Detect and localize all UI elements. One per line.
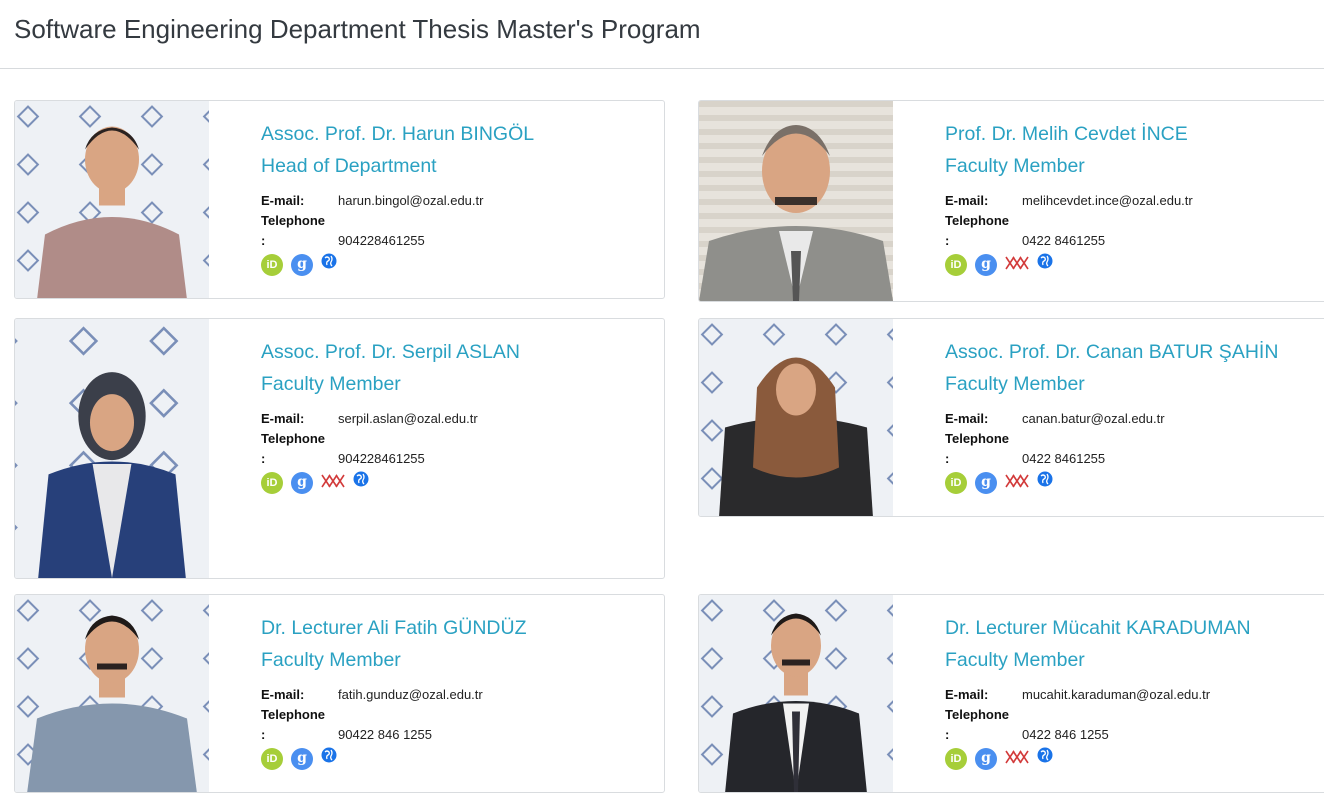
faculty-info: Prof. Dr. Melih Cevdet İNCE Faculty Membe… [945,118,1324,277]
telephone-value: 0422 8461255 [1022,451,1106,466]
telephone-value: 90422 846 1255 [338,727,432,742]
orcid-icon[interactable]: iD [945,472,967,494]
faculty-info: Dr. Lecturer Mücahit KARADUMAN Faculty Me… [945,612,1324,771]
email-label: E-mail: [261,193,305,208]
website-globe-icon[interactable] [1037,471,1053,492]
google-scholar-icon[interactable]: g [975,472,997,494]
orcid-icon[interactable]: iD [945,748,967,770]
faculty-photo [15,595,209,792]
faculty-info: Assoc. Prof. Dr. Serpil ASLAN Faculty Mem… [261,336,656,495]
email-label: E-mail: [945,411,989,426]
website-globe-icon[interactable] [1037,747,1053,768]
faculty-role: Faculty Member [945,649,1085,671]
email-label: E-mail: [261,411,305,426]
email-label: E-mail: [945,687,989,702]
profile-links: iD g [945,471,1324,495]
faculty-name[interactable]: Assoc. Prof. Dr. Canan BATUR ŞAHİN [945,336,1324,368]
telephone-label: Telephone [261,431,326,446]
email-value[interactable]: harun.bingol@ozal.edu.tr [338,191,483,211]
orcid-icon[interactable]: iD [261,254,283,276]
faculty-card: Dr. Lecturer Ali Fatih GÜNDÜZ Faculty Mem… [14,594,665,793]
orcid-icon[interactable]: iD [261,472,283,494]
google-scholar-icon[interactable]: g [291,472,313,494]
website-globe-icon[interactable] [1037,253,1053,274]
email-value[interactable]: melihcevdet.ince@ozal.edu.tr [1022,191,1193,211]
faculty-name[interactable]: Assoc. Prof. Dr. Serpil ASLAN [261,336,656,368]
faculty-role: Faculty Member [261,373,401,395]
profile-links: iD g [945,253,1324,277]
google-scholar-icon[interactable]: g [291,254,313,276]
telephone-label: Telephone [945,431,1010,446]
faculty-card: Assoc. Prof. Dr. Harun BINGÖL Head of Dep… [14,100,665,299]
faculty-photo [15,101,209,298]
telephone-value: 904228461255 [338,233,425,248]
yok-akademik-icon[interactable] [1005,256,1029,275]
faculty-role: Faculty Member [945,155,1085,177]
orcid-icon[interactable]: iD [945,254,967,276]
faculty-photo [699,595,893,792]
faculty-info: Dr. Lecturer Ali Fatih GÜNDÜZ Faculty Mem… [261,612,656,771]
profile-links: iD g [261,747,656,771]
telephone-value: 904228461255 [338,451,425,466]
faculty-photo [699,101,893,301]
yok-akademik-icon[interactable] [1005,750,1029,769]
profile-links: iD g [261,253,656,277]
faculty-photo [15,319,209,578]
orcid-icon[interactable]: iD [261,748,283,770]
email-value[interactable]: serpil.aslan@ozal.edu.tr [338,409,478,429]
faculty-name[interactable]: Prof. Dr. Melih Cevdet İNCE [945,118,1324,150]
email-label: E-mail: [945,193,989,208]
website-globe-icon[interactable] [353,471,369,492]
telephone-colon: : [945,451,950,466]
telephone-label: Telephone [261,707,326,722]
website-globe-icon[interactable] [321,747,337,768]
telephone-label: Telephone [945,213,1010,228]
telephone-colon: : [261,233,266,248]
faculty-name[interactable]: Dr. Lecturer Mücahit KARADUMAN [945,612,1324,644]
faculty-card: Assoc. Prof. Dr. Canan BATUR ŞAHİN Facult… [698,318,1324,517]
faculty-name[interactable]: Dr. Lecturer Ali Fatih GÜNDÜZ [261,612,656,644]
faculty-role: Faculty Member [945,373,1085,395]
profile-links: iD g [945,747,1324,771]
email-value[interactable]: canan.batur@ozal.edu.tr [1022,409,1165,429]
email-label: E-mail: [261,687,305,702]
title-divider [0,68,1324,69]
email-value[interactable]: fatih.gunduz@ozal.edu.tr [338,685,483,705]
faculty-info: Assoc. Prof. Dr. Harun BINGÖL Head of Dep… [261,118,656,277]
website-globe-icon[interactable] [321,253,337,274]
page-title: Software Engineering Department Thesis M… [14,14,701,44]
telephone-value: 0422 8461255 [1022,233,1106,248]
google-scholar-icon[interactable]: g [975,748,997,770]
yok-akademik-icon[interactable] [1005,474,1029,493]
faculty-role: Head of Department [261,155,437,177]
google-scholar-icon[interactable]: g [975,254,997,276]
faculty-info: Assoc. Prof. Dr. Canan BATUR ŞAHİN Facult… [945,336,1324,495]
email-value[interactable]: mucahit.karaduman@ozal.edu.tr [1022,685,1210,705]
telephone-colon: : [945,233,950,248]
telephone-label: Telephone [945,707,1010,722]
faculty-card: Assoc. Prof. Dr. Serpil ASLAN Faculty Mem… [14,318,665,579]
faculty-card: Prof. Dr. Melih Cevdet İNCE Faculty Membe… [698,100,1324,302]
faculty-card: Dr. Lecturer Mücahit KARADUMAN Faculty Me… [698,594,1324,793]
telephone-colon: : [261,727,266,742]
faculty-photo [699,319,893,516]
telephone-value: 0422 846 1255 [1022,727,1109,742]
yok-akademik-icon[interactable] [321,474,345,493]
telephone-colon: : [261,451,266,466]
profile-links: iD g [261,471,656,495]
faculty-role: Faculty Member [261,649,401,671]
faculty-name[interactable]: Assoc. Prof. Dr. Harun BINGÖL [261,118,656,150]
google-scholar-icon[interactable]: g [291,748,313,770]
telephone-label: Telephone [261,213,326,228]
telephone-colon: : [945,727,950,742]
